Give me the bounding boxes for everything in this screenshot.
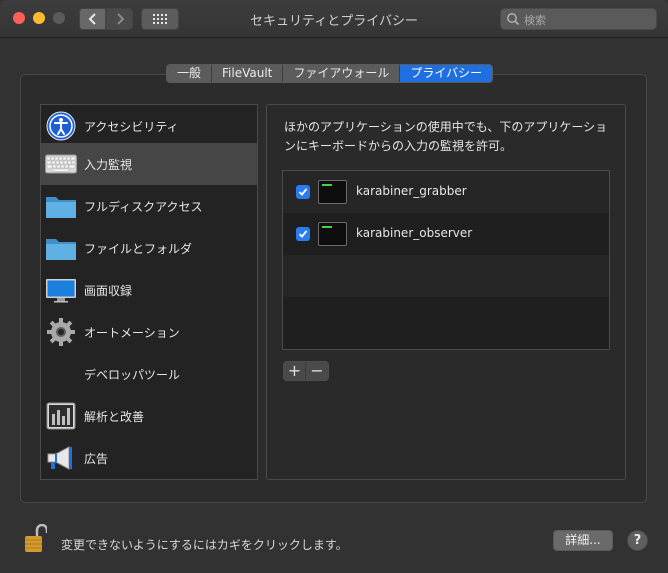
gear-icon [45,316,77,348]
terminal-app-icon [318,180,347,204]
permission-description: ほかのアプリケーションの使用中でも、下のアプリケーショ ンにキーボードからの入力… [284,118,614,156]
sidebar-item-label: 解析と改善 [84,409,145,424]
app-enabled-checkbox[interactable] [296,227,310,241]
terminal-app-icon [318,222,347,246]
lock-icon[interactable] [23,523,49,554]
add-app-button[interactable]: + [284,362,306,380]
add-remove-control: + − [283,361,329,381]
app-list: karabiner_grabber karabiner_observer [282,170,610,350]
forward-button[interactable] [106,8,133,30]
sidebar-item-label: 画面収録 [84,283,133,298]
description-line: ンにキーボードからの入力の監視を許可。 [284,139,513,153]
system-preferences-window: セキュリティとプライバシー 検索 一般 FileVault ファイアウォール プ… [0,0,668,573]
tab-filevault[interactable]: FileVault [212,65,284,82]
sidebar-item-advertising[interactable]: 広告 [41,437,257,479]
title-bar: セキュリティとプライバシー 検索 [0,0,668,38]
keyboard-icon [45,148,77,180]
lock-hint-text: 変更できないようにするにはカギをクリックします。 [61,538,348,552]
show-all-button[interactable] [141,8,179,30]
tab-bar: 一般 FileVault ファイアウォール プライバシー [166,64,494,83]
checkmark-icon [298,188,308,196]
sidebar-item-label: ファイルとフォルダ [84,241,193,256]
app-name: karabiner_observer [356,226,473,240]
window-title: セキュリティとプライバシー [250,14,418,29]
app-name: karabiner_grabber [356,184,467,198]
empty-list-row [283,297,609,339]
search-placeholder: 検索 [524,14,546,27]
list-item[interactable]: karabiner_observer [283,213,609,255]
zoom-window-button[interactable] [53,12,65,24]
display-icon [45,274,77,306]
empty-list-row [283,255,609,297]
privacy-category-list: アクセシビリティ 入力監視 フルディスクアクセス ファイルとフォルダ 画面収録 … [40,104,258,480]
sidebar-item-label: 入力監視 [84,157,133,172]
grid-icon [153,14,167,24]
search-field[interactable]: 検索 [500,8,657,30]
tab-general[interactable]: 一般 [167,65,213,82]
analytics-icon [45,400,77,432]
minimize-window-button[interactable] [33,12,45,24]
sidebar-item-screen-recording[interactable]: 画面収録 [41,269,257,311]
sidebar-item-label: オートメーション [84,325,180,340]
checkmark-icon [298,230,308,238]
search-icon [507,13,520,26]
sidebar-item-label: 広告 [84,451,109,466]
sidebar-item-label: フルディスクアクセス [84,199,203,214]
sidebar-item-automation[interactable]: オートメーション [41,311,257,353]
sidebar-item-input-monitoring[interactable]: 入力監視 [41,143,257,185]
sidebar-item-full-disk-access[interactable]: フルディスクアクセス [41,185,257,227]
sidebar-item-label: デベロッパツール [84,367,181,382]
sidebar-item-analytics[interactable]: 解析と改善 [41,395,257,437]
folder-icon [45,232,77,264]
close-window-button[interactable] [13,12,25,24]
sidebar-item-files-and-folders[interactable]: ファイルとフォルダ [41,227,257,269]
details-button[interactable]: 詳細... [553,530,613,551]
remove-app-button[interactable]: − [306,362,328,380]
accessibility-icon [45,110,77,142]
folder-icon [45,190,77,222]
tab-privacy[interactable]: プライバシー [400,65,493,82]
tab-firewall[interactable]: ファイアウォール [283,65,401,82]
help-button[interactable]: ? [627,530,648,551]
sidebar-item-accessibility[interactable]: アクセシビリティ [41,105,257,147]
megaphone-icon [45,442,77,474]
list-item[interactable]: karabiner_grabber [283,171,609,213]
chevron-right-icon [116,13,124,25]
app-enabled-checkbox[interactable] [296,185,310,199]
chevron-left-icon [88,13,96,25]
sidebar-item-label: アクセシビリティ [84,119,179,134]
description-line: ほかのアプリケーションの使用中でも、下のアプリケーショ [284,120,608,134]
sidebar-item-developer-tools[interactable]: デベロッパツール [41,353,257,395]
back-button[interactable] [79,8,106,30]
